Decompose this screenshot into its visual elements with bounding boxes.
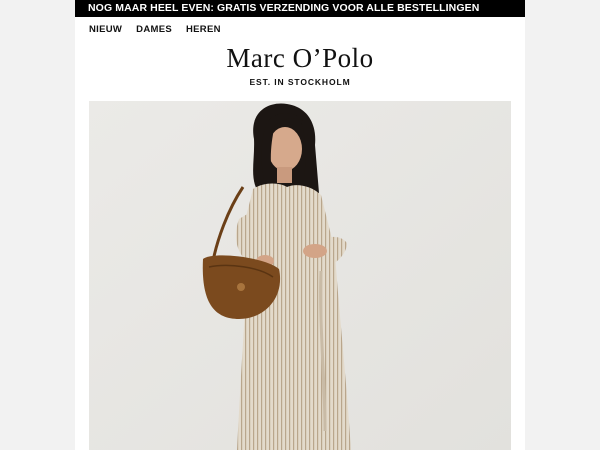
promo-banner[interactable]: NOG MAAR HEEL EVEN: GRATIS VERZENDING VO… xyxy=(75,0,525,17)
hero-image[interactable] xyxy=(89,101,511,450)
nav-item-nieuw[interactable]: NIEUW xyxy=(89,24,122,35)
email-container: NOG MAAR HEEL EVEN: GRATIS VERZENDING VO… xyxy=(75,0,525,450)
model-in-striped-shirt-dress-with-brown-bag-icon xyxy=(89,101,511,450)
brand-logo[interactable]: Marc O’Polo xyxy=(75,43,525,73)
brand-tagline: EST. IN STOCKHOLM xyxy=(249,77,351,87)
nav-item-dames[interactable]: DAMES xyxy=(136,24,172,35)
nav-item-heren[interactable]: HEREN xyxy=(186,24,221,35)
top-nav: NIEUW DAMES HEREN xyxy=(75,19,525,39)
